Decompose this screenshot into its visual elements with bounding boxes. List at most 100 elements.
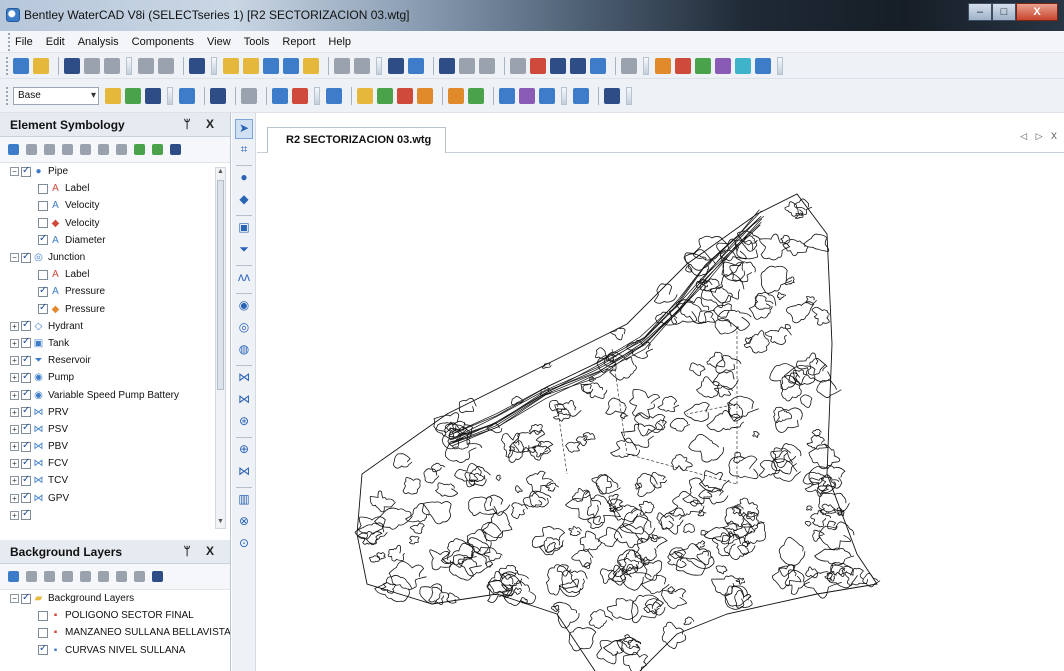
prv-icon[interactable]: ⋈ bbox=[236, 369, 252, 385]
zoom-out-icon[interactable] bbox=[283, 57, 299, 74]
toolbar-grip[interactable] bbox=[6, 86, 9, 105]
psv-icon[interactable]: ⋈ bbox=[236, 391, 252, 407]
collapse-icon[interactable]: − bbox=[10, 167, 19, 177]
undo-icon[interactable] bbox=[138, 57, 154, 74]
expand-all-icon[interactable] bbox=[134, 144, 145, 155]
visibility-checkbox[interactable] bbox=[38, 302, 48, 315]
tree-item[interactable]: ◆ Velocity bbox=[0, 215, 230, 232]
tree-item[interactable]: + ⋈ GPV bbox=[0, 490, 230, 507]
tree-item[interactable]: + ◇ Hydrant bbox=[0, 318, 230, 335]
fire-flow-icon[interactable] bbox=[519, 87, 535, 104]
options-icon[interactable] bbox=[573, 87, 589, 104]
menu-tools[interactable]: Tools bbox=[244, 36, 270, 48]
controls-icon[interactable] bbox=[397, 87, 413, 104]
collapse-all-icon[interactable] bbox=[134, 571, 145, 582]
hydraulic-tools-icon[interactable] bbox=[621, 57, 637, 74]
results-icon[interactable] bbox=[145, 87, 161, 104]
tree-item[interactable]: A Diameter bbox=[0, 232, 230, 249]
named-views-icon[interactable] bbox=[590, 57, 606, 74]
expand-icon[interactable]: + bbox=[10, 442, 19, 452]
visibility-checkbox[interactable] bbox=[38, 643, 48, 656]
menu-components[interactable]: Components bbox=[132, 36, 194, 48]
move-up-icon[interactable] bbox=[80, 571, 91, 582]
tree-item[interactable]: + ⏷ Reservoir bbox=[0, 352, 230, 369]
edit-icon[interactable] bbox=[44, 571, 55, 582]
help-icon[interactable] bbox=[152, 571, 163, 582]
visibility-checkbox[interactable] bbox=[38, 183, 48, 194]
visibility-checkbox[interactable] bbox=[21, 165, 31, 177]
profiles-icon[interactable] bbox=[326, 87, 342, 104]
air-valve-icon[interactable]: ⊙ bbox=[236, 535, 252, 551]
tree-item[interactable]: ▪ CURVAS NIVEL SULLANA bbox=[0, 642, 230, 659]
redo-icon[interactable] bbox=[158, 57, 174, 74]
menu-help[interactable]: Help bbox=[328, 36, 351, 48]
delete-icon[interactable] bbox=[26, 144, 37, 155]
panel-pin-close-buttons[interactable]: ᛘ X bbox=[183, 117, 220, 131]
tree-item[interactable]: A Velocity bbox=[0, 197, 230, 214]
visibility-checkbox[interactable] bbox=[38, 285, 48, 297]
new-file-icon[interactable] bbox=[13, 57, 29, 74]
tree-item[interactable]: A Pressure bbox=[0, 283, 230, 300]
tree-item[interactable]: + ⋈ PRV bbox=[0, 404, 230, 421]
menu-view[interactable]: View bbox=[207, 36, 231, 48]
expand-icon[interactable]: + bbox=[10, 321, 19, 331]
zoom-dropdown-icon[interactable] bbox=[354, 57, 370, 74]
scenario-folder-icon[interactable] bbox=[105, 87, 121, 104]
maximize-button[interactable]: □ bbox=[992, 3, 1016, 21]
toolbar-overflow[interactable] bbox=[126, 56, 132, 75]
pump-station-icon[interactable]: ◎ bbox=[236, 319, 252, 335]
network-navigator-icon[interactable] bbox=[539, 87, 555, 104]
move-up-icon[interactable] bbox=[98, 144, 109, 155]
menu-analysis[interactable]: Analysis bbox=[78, 36, 119, 48]
zones-icon[interactable] bbox=[448, 87, 464, 104]
visibility-checkbox[interactable] bbox=[21, 474, 31, 486]
tree-item[interactable]: ▪ POLIGONO SECTOR FINAL bbox=[0, 607, 230, 624]
reservoir-icon[interactable]: ⏷ bbox=[236, 241, 252, 257]
tree-item[interactable]: + ⋈ PBV bbox=[0, 438, 230, 455]
visibility-checkbox[interactable] bbox=[21, 508, 31, 521]
visibility-checkbox[interactable] bbox=[21, 371, 31, 383]
valve-icon[interactable]: ⊛ bbox=[236, 413, 252, 429]
select-icon[interactable]: ➤ bbox=[235, 119, 253, 139]
visibility-checkbox[interactable] bbox=[21, 592, 31, 604]
energy-costs-icon[interactable] bbox=[292, 87, 308, 104]
expand-all-icon[interactable] bbox=[116, 571, 127, 582]
tree-item[interactable]: ▪ MANZANEO SULLANA BELLAVISTA bbox=[0, 624, 230, 641]
collapse-icon[interactable]: − bbox=[10, 594, 19, 604]
zoom-in-icon[interactable] bbox=[263, 57, 279, 74]
visibility-checkbox[interactable] bbox=[21, 388, 31, 401]
save-icon[interactable] bbox=[64, 57, 80, 74]
help-icon[interactable] bbox=[170, 144, 181, 155]
find-icon[interactable] bbox=[189, 57, 205, 74]
move-down-icon[interactable] bbox=[116, 144, 127, 155]
zoom-window-icon[interactable] bbox=[243, 57, 259, 74]
scenario-select[interactable]: Base bbox=[13, 86, 99, 105]
collapse-icon[interactable]: − bbox=[10, 253, 19, 263]
expand-icon[interactable]: + bbox=[10, 510, 19, 520]
filter-icon[interactable] bbox=[152, 144, 163, 155]
tree-item[interactable]: ◆ Pressure bbox=[0, 301, 230, 318]
tree-item[interactable]: − ● Pipe bbox=[0, 163, 230, 180]
tree-item[interactable]: − ◎ Junction bbox=[0, 249, 230, 266]
expand-icon[interactable]: + bbox=[10, 459, 19, 469]
expand-icon[interactable]: + bbox=[10, 338, 19, 348]
toolbar-overflow[interactable] bbox=[626, 86, 632, 105]
edit-icon[interactable] bbox=[44, 144, 55, 155]
rectangle-select-icon[interactable]: ⌗ bbox=[236, 141, 252, 157]
expand-icon[interactable]: + bbox=[10, 476, 19, 486]
queries-icon[interactable] bbox=[570, 57, 586, 74]
element-tool-icon[interactable] bbox=[241, 87, 257, 104]
menu-grip[interactable] bbox=[8, 32, 11, 51]
calculation-options-icon[interactable] bbox=[439, 57, 455, 74]
pump-icon[interactable]: ◉ bbox=[236, 297, 252, 313]
visibility-checkbox[interactable] bbox=[21, 354, 31, 366]
compute-icon[interactable] bbox=[125, 87, 141, 104]
visibility-checkbox[interactable] bbox=[21, 251, 31, 263]
validate-icon[interactable] bbox=[179, 87, 195, 104]
toolbar-grip[interactable] bbox=[6, 56, 9, 75]
open-file-icon[interactable] bbox=[33, 57, 49, 74]
selection-sets-icon[interactable] bbox=[550, 57, 566, 74]
page-setup-icon[interactable] bbox=[84, 57, 100, 74]
expand-icon[interactable]: + bbox=[10, 356, 19, 366]
tree-item[interactable]: + ◉ Pump bbox=[0, 369, 230, 386]
